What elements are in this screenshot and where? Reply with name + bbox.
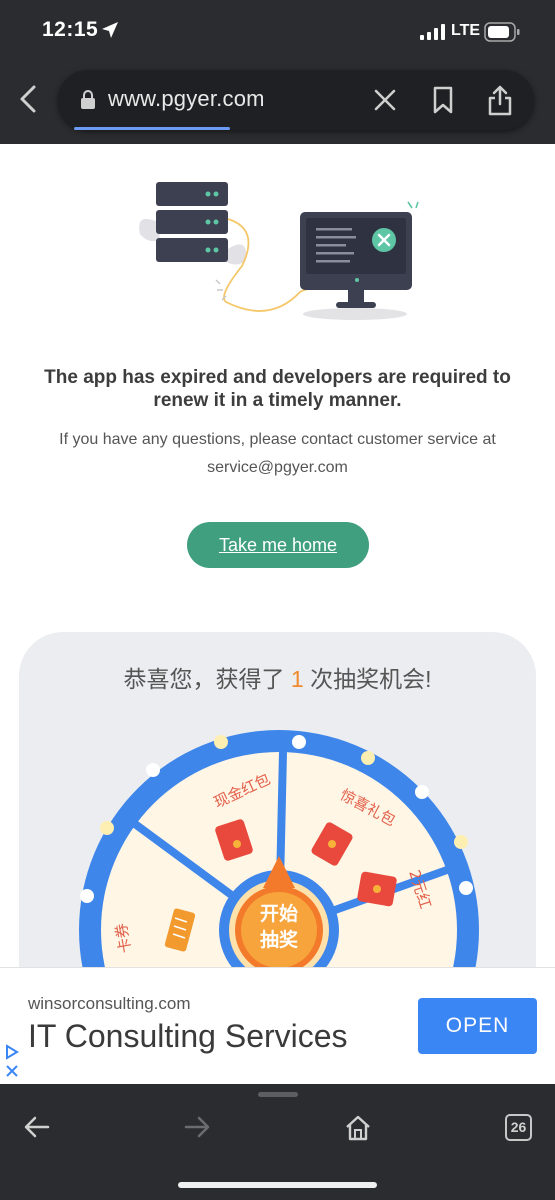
ad-open-button[interactable]: OPEN [418, 998, 537, 1054]
page-load-progress [74, 127, 230, 130]
ad-domain: winsorconsulting.com [28, 994, 191, 1013]
start-draw-line1: 开始 [260, 902, 298, 925]
expired-headline: The app has expired and developers are r… [44, 367, 511, 411]
tab-count-button[interactable]: 26 [505, 1114, 532, 1141]
start-draw-line2: 抽奖 [260, 928, 299, 951]
lottery-title-prefix: 恭喜您，获得了 [123, 666, 291, 692]
lottery-card: 恭喜您，获得了 1 次抽奖机会! 现金红包 惊喜礼包 2元红 卡券 开始 抽奖 [19, 632, 536, 967]
back-arrow-icon[interactable] [24, 1114, 50, 1140]
browser-address-bar: www.pgyer.com [0, 62, 555, 144]
back-chevron-icon[interactable] [14, 82, 44, 116]
status-time: 12:15 [42, 18, 99, 41]
lottery-title-suffix: 次抽奖机会! [303, 666, 432, 692]
drag-handle[interactable] [258, 1092, 298, 1097]
ad-title[interactable]: IT Consulting Services [28, 1018, 348, 1055]
ad-banner[interactable]: winsorconsulting.com IT Consulting Servi… [0, 967, 555, 1084]
prize-wheel[interactable]: 现金红包 惊喜礼包 2元红 卡券 开始 抽奖 [69, 720, 489, 967]
share-icon[interactable] [487, 84, 513, 116]
web-page: The app has expired and developers are r… [0, 144, 555, 967]
lottery-count: 1 [290, 666, 304, 692]
take-me-home-button[interactable]: Take me home [187, 522, 369, 568]
close-icon[interactable] [372, 87, 398, 113]
forward-arrow-icon[interactable] [184, 1114, 210, 1140]
bookmark-icon[interactable] [432, 86, 454, 114]
url-text: www.pgyer.com [108, 86, 265, 111]
contact-subtext: If you have any questions, please contac… [59, 431, 496, 476]
network-label: LTE [451, 22, 481, 39]
browser-toolbar: 26 [0, 1084, 555, 1200]
lock-icon [81, 90, 95, 109]
home-icon[interactable] [344, 1114, 372, 1142]
signal-icon [420, 24, 445, 40]
lottery-title: 恭喜您，获得了 1 次抽奖机会! [19, 660, 536, 694]
url-field[interactable]: www.pgyer.com [58, 70, 534, 130]
server-disconnected-illustration [139, 182, 419, 320]
location-arrow-icon [102, 22, 118, 38]
adchoices-icon[interactable] [3, 1044, 21, 1080]
battery-icon [484, 22, 520, 42]
home-indicator[interactable] [178, 1182, 377, 1188]
status-bar: 12:15 LTE [0, 0, 555, 62]
